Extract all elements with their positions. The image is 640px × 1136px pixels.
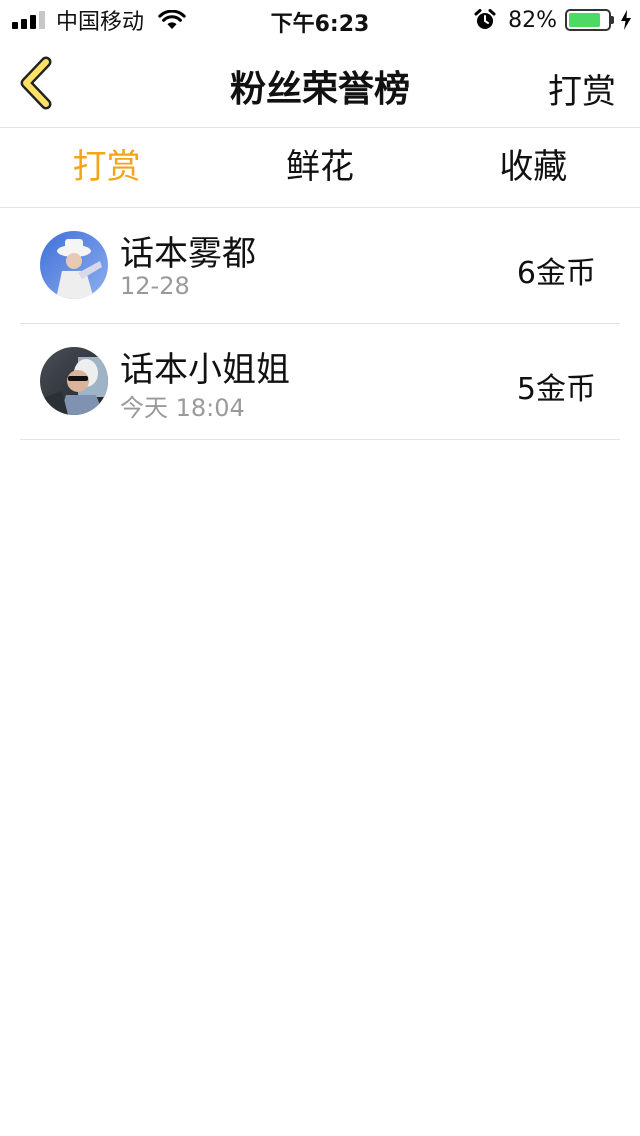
nav-bar: 粉丝荣誉榜 打赏 xyxy=(0,40,640,128)
fan-name: 话本小姐姐 xyxy=(120,350,290,390)
avatar xyxy=(40,347,108,415)
tab-reward[interactable]: 打赏 xyxy=(0,128,213,207)
fan-time: 今天 18:04 xyxy=(120,394,245,422)
reward-button[interactable]: 打赏 xyxy=(548,64,616,113)
charging-bolt-icon xyxy=(621,10,631,30)
battery-fill xyxy=(569,13,600,27)
fan-time: 12-28 xyxy=(120,272,190,300)
battery-icon xyxy=(565,9,611,31)
fan-name: 话本雾都 xyxy=(120,234,256,274)
avatar xyxy=(40,231,108,299)
back-button[interactable] xyxy=(16,56,60,110)
fan-list: 话本雾都 12-28 6金币 话本小姐姐 今天 18:04 5金币 xyxy=(0,208,640,440)
chevron-left-icon xyxy=(20,56,52,110)
fan-amount: 6金币 xyxy=(516,256,596,291)
status-right: 82% xyxy=(474,6,632,34)
status-bar: 中国移动 下午6:23 82% xyxy=(0,0,640,40)
alarm-icon xyxy=(474,9,496,29)
list-item[interactable]: 话本雾都 12-28 6金币 xyxy=(20,208,620,324)
tab-flowers[interactable]: 鲜花 xyxy=(213,128,426,207)
tab-bar: 打赏 鲜花 收藏 xyxy=(0,128,640,208)
fan-amount: 5金币 xyxy=(516,372,596,407)
page-title: 粉丝荣誉榜 xyxy=(229,69,410,110)
battery-tip xyxy=(611,16,614,24)
tab-favorites[interactable]: 收藏 xyxy=(427,128,640,207)
list-item[interactable]: 话本小姐姐 今天 18:04 5金币 xyxy=(20,324,620,440)
app-screen: 中国移动 下午6:23 82% 粉丝荣誉榜 打赏 打赏 鲜花 收藏 话本雾都 1… xyxy=(0,0,640,1136)
battery-percent: 82% xyxy=(508,7,557,33)
